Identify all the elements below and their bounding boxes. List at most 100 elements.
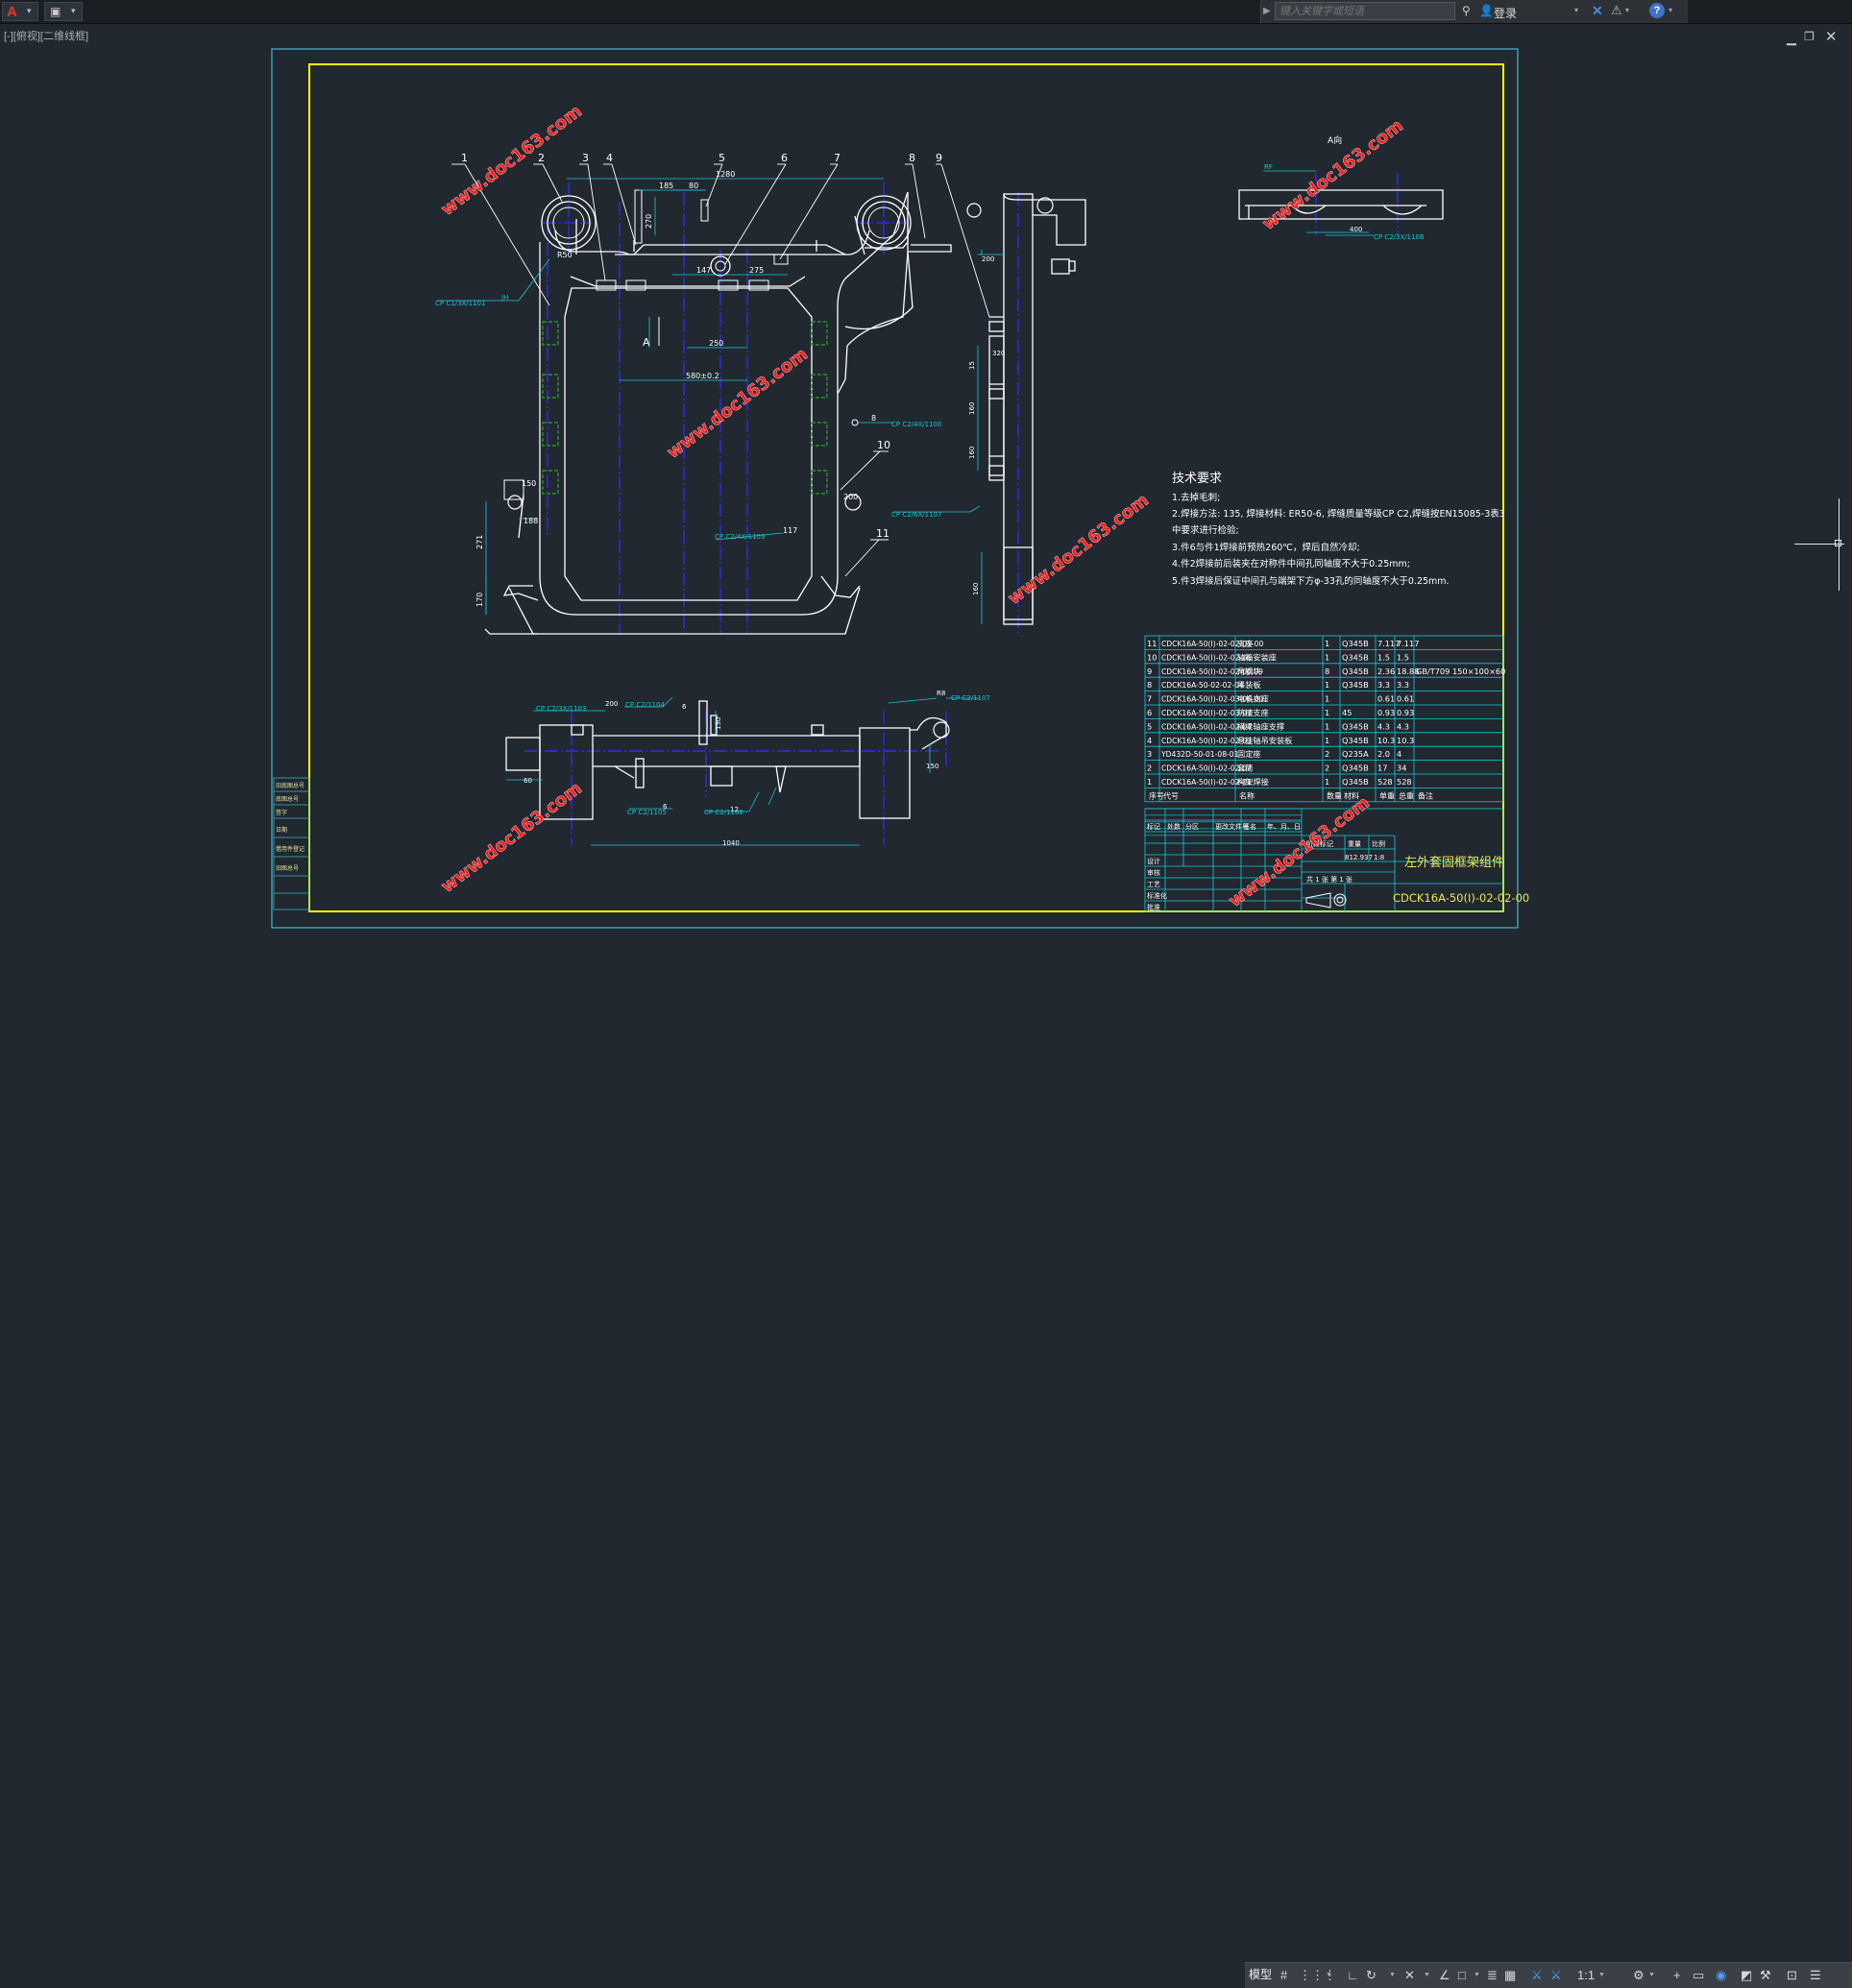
technical-requirements: 技术要求 1.去掉毛刺; 2.焊接方法: 135, 焊接材料: ER50-6, … (1172, 472, 1505, 587)
polar-tracking-icon[interactable]: ↻ (1366, 1968, 1377, 1983)
strip-label: 日期 (276, 826, 287, 834)
sheet-count: 共 1 张 第 1 张 (1306, 875, 1352, 884)
view-a-label: A (643, 336, 650, 349)
isodraft-icon[interactable]: ✕ (1404, 1968, 1415, 1983)
isolate-objects-icon[interactable]: ◉ (1716, 1968, 1726, 1983)
bom-part-code: CDCK16A-50-02-02-04 (1161, 681, 1244, 690)
chevron-down-icon[interactable]: ▼ (1424, 1972, 1430, 1978)
ortho-icon[interactable]: ∟ (1347, 1968, 1359, 1982)
bom-cell: 7.117 (1397, 639, 1419, 648)
title-cell: 分区 (1185, 822, 1199, 831)
bom-cell: Q345B (1342, 667, 1369, 676)
balloon-number: 1 (461, 152, 468, 164)
strip-label: 借用件登记 (276, 845, 305, 853)
chevron-down-icon[interactable]: ▼ (1648, 1972, 1655, 1978)
chevron-down-icon[interactable]: ▼ (1474, 1972, 1480, 1978)
side-strip-labels: 旧底图总号 底图总号 签字 日期 借用件登记 旧图总号 (276, 782, 305, 872)
object-snap-tracking-icon[interactable]: ∠ (1439, 1968, 1450, 1983)
bom-cell: 6 (1147, 708, 1152, 717)
gear-icon[interactable]: ⚙ (1633, 1968, 1645, 1983)
annotation-visibility-icon[interactable]: ⚔ (1550, 1968, 1562, 1983)
bom-cell: 5 (1147, 721, 1152, 731)
bom-cell: 1 (1325, 652, 1329, 662)
model-space-button[interactable]: 模型 (1249, 1966, 1272, 1982)
dim-label: 117 (783, 526, 797, 535)
bom-cell: Q345B (1342, 639, 1369, 648)
clean-screen-icon[interactable]: ◩ (1741, 1968, 1752, 1983)
tech-title: 技术要求 (1172, 472, 1222, 486)
bom-cell: Q345B (1342, 736, 1369, 745)
bom-cell: 10.3 (1397, 736, 1414, 745)
bom-cell: 2.36 (1377, 667, 1395, 676)
balloon-number: 5 (719, 152, 725, 164)
bom-cell: Q345B (1342, 680, 1369, 690)
weld-label: CP C2/4X/1100 (891, 421, 941, 428)
watermark-text: www.doc163.com (663, 344, 812, 463)
transparency-icon[interactable]: ▦ (1504, 1968, 1516, 1983)
annotation-scale-label[interactable]: 1:1 (1577, 1968, 1595, 1982)
chevron-down-icon[interactable]: ▼ (1326, 1972, 1332, 1978)
bill-of-materials: 11 CDCK16A-50(I)-02-02-05-00支座 1 Q345B 7.117… (1144, 635, 1505, 836)
dim-label: 170 (475, 593, 484, 607)
object-snap-icon[interactable]: □ (1458, 1968, 1466, 1982)
scale-value: 1:8 (1374, 854, 1384, 861)
bom-cell: 0.61 (1397, 694, 1414, 704)
title-role: 审核 (1147, 868, 1160, 877)
title-role: 标准化 (1147, 891, 1167, 900)
annotation-scale-icon[interactable]: ⚔ (1531, 1968, 1543, 1983)
chevron-down-icon[interactable]: ▼ (1598, 1972, 1605, 1978)
watermark-text: www.doc163.com (437, 778, 586, 897)
hamburger-menu-icon[interactable]: ☰ (1810, 1968, 1821, 1983)
workspace-switch-icon[interactable]: ⚒ (1760, 1968, 1771, 1983)
tech-line: 1.去掉毛刺; (1172, 492, 1220, 503)
strip-label: 旧底图总号 (276, 782, 305, 789)
bom-cell: 3 (1147, 749, 1152, 759)
bom-cell: 10.3 (1377, 736, 1395, 745)
bom-header-cell: 序号 (1149, 790, 1164, 800)
balloon-number: 8 (909, 152, 915, 164)
bottom-dims: 1040 60 130 150 R8 200 6 12 6 (524, 690, 945, 847)
grid-icon[interactable]: # (1280, 1968, 1287, 1982)
bom-cell: 1 (1325, 777, 1329, 787)
plus-icon[interactable]: + (1673, 1968, 1681, 1982)
fullscreen-icon[interactable]: ⊡ (1787, 1968, 1797, 1983)
drawing-number: CDCK16A-50(I)-02-02-00 (1393, 891, 1529, 905)
view-a-title: A向 (1328, 134, 1342, 146)
bom-cell: 套筒 (1237, 764, 1253, 773)
hardware-acceleration-icon[interactable]: ▭ (1693, 1968, 1704, 1983)
bom-cell: 3.3 (1377, 680, 1390, 690)
bom-cell: 防撞支座 (1237, 708, 1269, 717)
balloon-number: 2 (538, 152, 545, 164)
tech-line: 2.焊接方法: 135, 焊接材料: ER50-6, 焊缝质量等级CP C2,焊… (1172, 508, 1505, 520)
bom-cell: Q235A (1342, 749, 1369, 759)
weight-value: 812.937 (1345, 854, 1373, 861)
lineweight-icon[interactable]: ≣ (1487, 1968, 1498, 1983)
bom-cell: 34 (1397, 764, 1406, 773)
bom-cell: 构架焊接 (1237, 777, 1269, 787)
bom-part-code: YD432D-50-01-08-01 (1160, 750, 1239, 759)
weld-label: CP C2/6X/1107 (891, 511, 941, 519)
dim-label: 1040 (722, 839, 740, 847)
dim-label: 15 (968, 361, 976, 370)
title-cell: 处数 (1167, 822, 1181, 831)
bom-cell: 17 (1377, 764, 1387, 773)
bom-cell: 45 (1342, 708, 1352, 717)
weld-mark: RF (1264, 163, 1273, 171)
front-view: 1280 185 80 270 147 275 250 580±0.2 R50 … (435, 152, 990, 635)
dim-label: 271 (475, 535, 484, 549)
dim-label: 400 (1350, 226, 1362, 233)
bottom-view: 1040 60 130 150 R8 200 6 12 6 CP C2/3X/1… (505, 690, 990, 847)
bom-cell: 8 (1325, 667, 1329, 676)
weld-mark: JH (500, 294, 508, 302)
drawing-canvas[interactable]: 旧底图总号 底图总号 签字 日期 借用件登记 旧图总号 1280 185 80 … (0, 0, 1852, 980)
bom-cell: 3.3 (1397, 680, 1409, 690)
chevron-down-icon[interactable]: ▼ (1389, 1972, 1396, 1978)
bom-header-cell: 数量 (1327, 790, 1342, 800)
dim-label: R50 (557, 251, 573, 259)
projection-symbol (1305, 892, 1347, 909)
bom-cell: 1 (1147, 777, 1152, 787)
bom-header-cell: 总重 (1399, 790, 1414, 800)
bom-cell: Q345B (1342, 777, 1369, 787)
tech-line: 4.件2焊接前后装夹在对称件中间孔同轴度不大于0.25mm; (1172, 558, 1410, 570)
bom-cell: 1 (1325, 639, 1329, 648)
